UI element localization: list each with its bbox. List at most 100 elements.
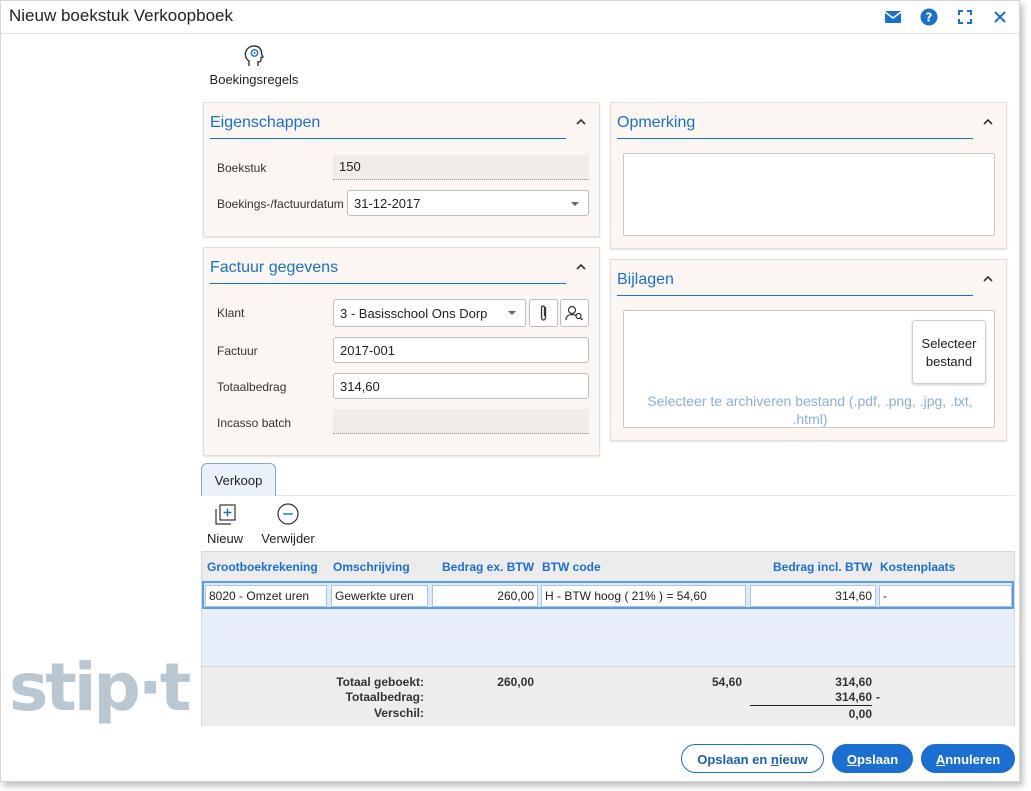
chevron-up-icon[interactable] bbox=[981, 115, 995, 129]
eigenschappen-title: Eigenschappen bbox=[210, 114, 321, 131]
save-rest: pslaan bbox=[856, 752, 899, 767]
delete-row-button[interactable]: Verwijder bbox=[255, 502, 321, 546]
close-icon[interactable] bbox=[990, 7, 1010, 27]
select-file-button[interactable]: Selecteer bestand bbox=[912, 320, 986, 384]
col-bedrag-incl[interactable]: Bedrag incl. BTW bbox=[773, 560, 872, 574]
save-and-new-button[interactable]: Opslaan en nieuw bbox=[681, 744, 824, 773]
grid-header: Grootboekrekening Omschrijving Bedrag ex… bbox=[202, 552, 1014, 580]
geboekt-ex-value: 260,00 bbox=[497, 675, 534, 689]
bijlagen-panel: Bijlagen Selecteer bestand Selecteer te … bbox=[610, 259, 1007, 441]
attach-button[interactable] bbox=[529, 299, 558, 327]
chevron-up-icon[interactable] bbox=[574, 260, 588, 274]
col-kostenplaats[interactable]: Kostenplaats bbox=[880, 560, 955, 574]
geboekt-btw-value: 54,60 bbox=[711, 675, 742, 689]
cell-cost-center[interactable]: - bbox=[879, 585, 1012, 607]
cancel-button[interactable]: Annuleren bbox=[921, 744, 1015, 773]
chevron-down-icon bbox=[508, 311, 516, 315]
col-btw-code[interactable]: BTW code bbox=[542, 560, 601, 574]
factuur-panel: Factuur gegevens Klant 3 - Basisschool O… bbox=[203, 247, 600, 456]
select-file-label-2: bestand bbox=[925, 354, 973, 369]
totaalbedrag-footer-label: Totaalbedrag: bbox=[345, 690, 424, 704]
cancel-accesskey: A bbox=[935, 752, 946, 767]
klant-select[interactable]: 3 - Basisschool Ons Dorp bbox=[333, 299, 526, 327]
factuur-input[interactable]: 2017-001 bbox=[333, 337, 589, 363]
paperclip-icon bbox=[540, 305, 547, 321]
save-accesskey: O bbox=[846, 752, 857, 767]
datum-label: Boekings-/factuurdatum bbox=[217, 197, 344, 211]
window-title: Nieuw boekstuk Verkoopboek bbox=[9, 6, 233, 25]
panel-divider bbox=[210, 138, 566, 139]
col-grootboekrekening[interactable]: Grootboekrekening bbox=[207, 560, 318, 574]
boekstuk-field: 150 bbox=[333, 155, 589, 180]
sum-line bbox=[750, 705, 872, 706]
totaal-geboekt-label: Totaal geboekt: bbox=[336, 675, 424, 689]
cell-account[interactable]: 8020 - Omzet uren bbox=[205, 585, 327, 607]
hint-line-2: .html) bbox=[792, 411, 828, 427]
col-bedrag-ex[interactable]: Bedrag ex. BTW bbox=[442, 560, 534, 574]
datum-value: 31-12-2017 bbox=[354, 196, 421, 211]
cell-vat-code[interactable]: H - BTW hoog ( 21% ) = 54,60 bbox=[541, 585, 746, 607]
select-file-label-1: Selecteer bbox=[921, 336, 977, 351]
tab-verkoop[interactable]: Verkoop bbox=[201, 463, 276, 496]
cancel-rest: nnuleren bbox=[945, 752, 1001, 767]
user-search-icon bbox=[565, 305, 583, 321]
save-new-suffix: ieuw bbox=[778, 752, 808, 767]
cell-description[interactable]: Gewerkte uren bbox=[331, 585, 428, 607]
title-bar: Nieuw boekstuk Verkoopboek ? bbox=[1, 1, 1019, 34]
help-icon[interactable]: ? bbox=[919, 7, 939, 27]
tab-divider bbox=[276, 495, 1015, 496]
new-row-button[interactable]: Nieuw bbox=[201, 502, 249, 546]
col-omschrijving[interactable]: Omschrijving bbox=[333, 560, 410, 574]
chevron-down-icon bbox=[571, 202, 579, 206]
datum-select[interactable]: 31-12-2017 bbox=[347, 190, 589, 216]
totaalbedrag-label: Totaalbedrag bbox=[217, 380, 287, 394]
save-new-prefix: Opslaan en bbox=[697, 752, 771, 767]
maximize-icon[interactable] bbox=[955, 7, 975, 27]
factuur-label: Factuur bbox=[217, 344, 258, 358]
opmerking-title: Opmerking bbox=[617, 114, 696, 131]
bijlagen-title: Bijlagen bbox=[617, 271, 674, 288]
klant-value: 3 - Basisschool Ons Dorp bbox=[340, 306, 488, 321]
boekstuk-label: Boekstuk bbox=[217, 161, 267, 175]
bijlagen-hint: Selecteer te archiveren bestand (.pdf, .… bbox=[630, 392, 990, 428]
booking-lines-grid: Grootboekrekening Omschrijving Bedrag ex… bbox=[201, 551, 1015, 726]
mail-icon[interactable] bbox=[883, 7, 903, 27]
delete-row-label: Verwijder bbox=[261, 531, 315, 546]
factuur-title: Factuur gegevens bbox=[210, 259, 339, 276]
svg-text:?: ? bbox=[926, 11, 933, 25]
totaalbedrag-input[interactable]: 314,60 bbox=[333, 373, 589, 399]
minus-circle-icon bbox=[277, 503, 299, 525]
cell-amount-ex[interactable]: 260,00 bbox=[432, 585, 538, 607]
stipt-logo: stip·t bbox=[9, 649, 191, 726]
totaalbedrag-minus: - bbox=[876, 690, 880, 704]
table-row[interactable]: 8020 - Omzet uren Gewerkte uren 260,00 H… bbox=[202, 581, 1014, 609]
verschil-label: Verschil: bbox=[373, 706, 424, 720]
save-button[interactable]: Opslaan bbox=[832, 744, 913, 773]
geboekt-incl-value: 314,60 bbox=[835, 675, 872, 689]
panel-divider bbox=[617, 138, 973, 139]
verschil-value: 0,00 bbox=[848, 707, 872, 721]
incasso-label: Incasso batch bbox=[217, 416, 292, 430]
grid-body: 8020 - Omzet uren Gewerkte uren 260,00 H… bbox=[202, 580, 1014, 666]
add-icon bbox=[215, 504, 236, 525]
bijlagen-dropzone[interactable]: Selecteer bestand Selecteer te archivere… bbox=[623, 310, 995, 428]
grid-footer: Totaal geboekt: Totaalbedrag: Verschil: … bbox=[202, 666, 1014, 726]
klant-label: Klant bbox=[217, 306, 245, 320]
new-row-label: Nieuw bbox=[206, 531, 244, 546]
opmerking-panel: Opmerking bbox=[610, 102, 1007, 249]
boekingsregels-label: Boekingsregels bbox=[209, 72, 299, 87]
totaalbedrag-footer-value: 314,60 bbox=[835, 690, 872, 704]
panel-divider bbox=[617, 295, 973, 296]
panel-divider bbox=[210, 283, 566, 284]
chevron-up-icon[interactable] bbox=[574, 115, 588, 129]
head-gear-icon bbox=[244, 45, 265, 66]
search-customer-button[interactable] bbox=[560, 299, 589, 327]
opmerking-textarea[interactable] bbox=[623, 153, 995, 236]
incasso-field bbox=[333, 409, 589, 434]
save-new-accesskey: n bbox=[770, 752, 779, 767]
boekingsregels-button[interactable]: Boekingsregels bbox=[204, 43, 304, 87]
dialog-window: Nieuw boekstuk Verkoopboek ? stip·t Boek… bbox=[0, 0, 1020, 782]
chevron-up-icon[interactable] bbox=[981, 272, 995, 286]
hint-line-1: Selecteer te archiveren bestand (.pdf, .… bbox=[647, 393, 973, 409]
cell-amount-incl[interactable]: 314,60 bbox=[750, 585, 876, 607]
